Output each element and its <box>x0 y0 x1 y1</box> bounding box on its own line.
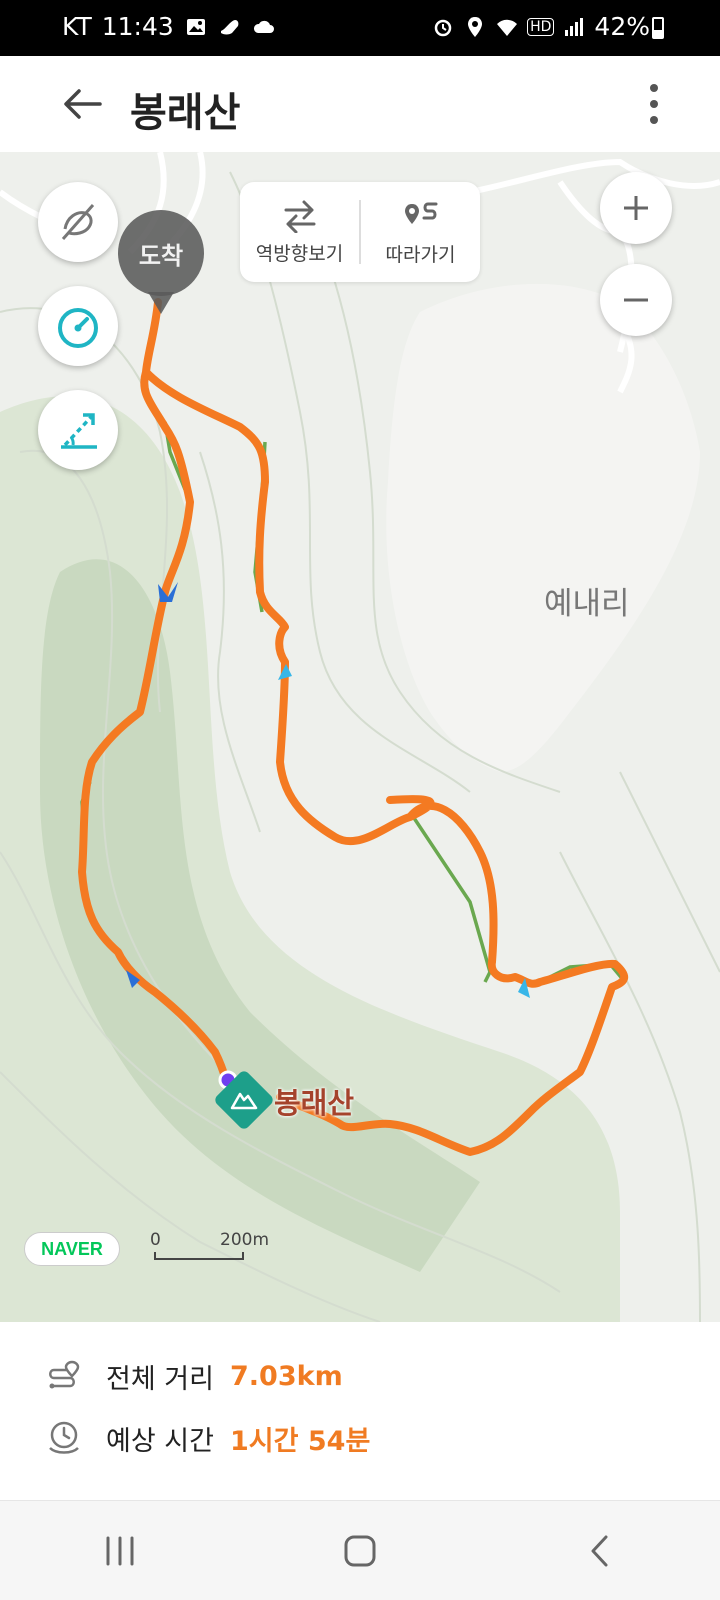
dot-icon <box>650 100 658 108</box>
battery-icon <box>652 17 664 39</box>
zoom-in-button[interactable] <box>600 172 672 244</box>
route-off-icon <box>61 204 95 240</box>
peak-label: 봉래산 <box>274 1086 355 1120</box>
mountain-icon <box>230 1092 258 1110</box>
route-tools-panel: 역방향보기 따라가기 <box>240 182 480 282</box>
alarm-icon <box>434 19 452 36</box>
follow-route-button[interactable]: 따라가기 <box>361 182 480 282</box>
estimated-time-icon <box>49 1421 79 1454</box>
reverse-direction-button[interactable]: 역방향보기 <box>240 182 359 282</box>
distance-value: 7.03km <box>230 1360 343 1392</box>
scale-start: 0 <box>150 1230 161 1250</box>
distance-row: 전체 거리 7.03km <box>44 1354 343 1398</box>
route-distance-icon <box>49 1360 80 1389</box>
chevron-left-icon <box>591 1535 608 1566</box>
follow-route-icon <box>404 202 437 224</box>
battery-percent: 42% <box>594 12 650 41</box>
follow-route-label: 따라가기 <box>385 243 456 266</box>
more-options-button[interactable] <box>634 78 674 130</box>
scale-bar <box>154 1252 244 1260</box>
back-arrow-icon <box>64 89 102 119</box>
reverse-direction-label: 역방향보기 <box>255 242 344 265</box>
swap-arrows-icon <box>284 200 315 233</box>
speedometer-icon <box>58 308 98 348</box>
clock: 11:43 <box>101 12 174 41</box>
carrier-label: KT <box>62 12 92 41</box>
direction-chevron-icon <box>278 664 292 680</box>
status-bar: KT 11:43 HD 42% <box>0 0 720 56</box>
place-label: 예내리 <box>544 586 630 622</box>
plus-icon <box>624 196 648 220</box>
speed-button[interactable] <box>38 286 118 366</box>
recent-apps-icon <box>106 1536 134 1565</box>
map-view[interactable]: 도착 역방향보기 따라가기 예내리 봉래산 NAVER 0 200m <box>0 152 720 1322</box>
gallery-notification-icon <box>186 18 205 35</box>
dot-icon <box>650 116 658 124</box>
arrival-marker[interactable]: 도착 <box>118 210 204 314</box>
recent-apps-button[interactable] <box>80 1521 160 1581</box>
wifi-icon <box>497 19 518 36</box>
zoom-out-button[interactable] <box>600 264 672 336</box>
app-bar: 봉래산 <box>0 56 720 152</box>
system-back-button[interactable] <box>560 1521 640 1581</box>
shoe-notification-icon <box>220 19 239 34</box>
minus-icon <box>624 298 648 302</box>
status-right: HD 42% <box>431 12 650 41</box>
arrival-label: 도착 <box>138 241 184 270</box>
status-left: KT 11:43 <box>62 12 276 41</box>
route-summary: 전체 거리 7.03km 예상 시간 1시간 54분 <box>0 1322 720 1500</box>
system-nav-bar <box>0 1500 720 1600</box>
page-title: 봉래산 <box>130 90 241 136</box>
signal-icon <box>565 17 584 36</box>
elevation-slope-icon <box>61 413 97 449</box>
time-label: 예상 시간 <box>106 1425 214 1457</box>
home-button[interactable] <box>320 1521 400 1581</box>
location-icon <box>468 16 483 37</box>
distance-label: 전체 거리 <box>106 1363 214 1395</box>
map-scale: 0 200m <box>150 1230 269 1262</box>
village-area <box>386 283 700 772</box>
hd-badge: HD <box>527 17 555 36</box>
route-off-button[interactable] <box>38 182 118 262</box>
dot-icon <box>650 84 658 92</box>
cloud-notification-icon <box>253 20 274 33</box>
elevation-button[interactable] <box>38 390 118 470</box>
scale-end: 200m <box>220 1230 270 1250</box>
naver-logo: NAVER <box>24 1232 120 1266</box>
time-value: 1시간 54분 <box>230 1425 371 1457</box>
home-icon <box>344 1535 376 1566</box>
back-button[interactable] <box>52 74 112 134</box>
time-row: 예상 시간 1시간 54분 <box>44 1416 370 1460</box>
